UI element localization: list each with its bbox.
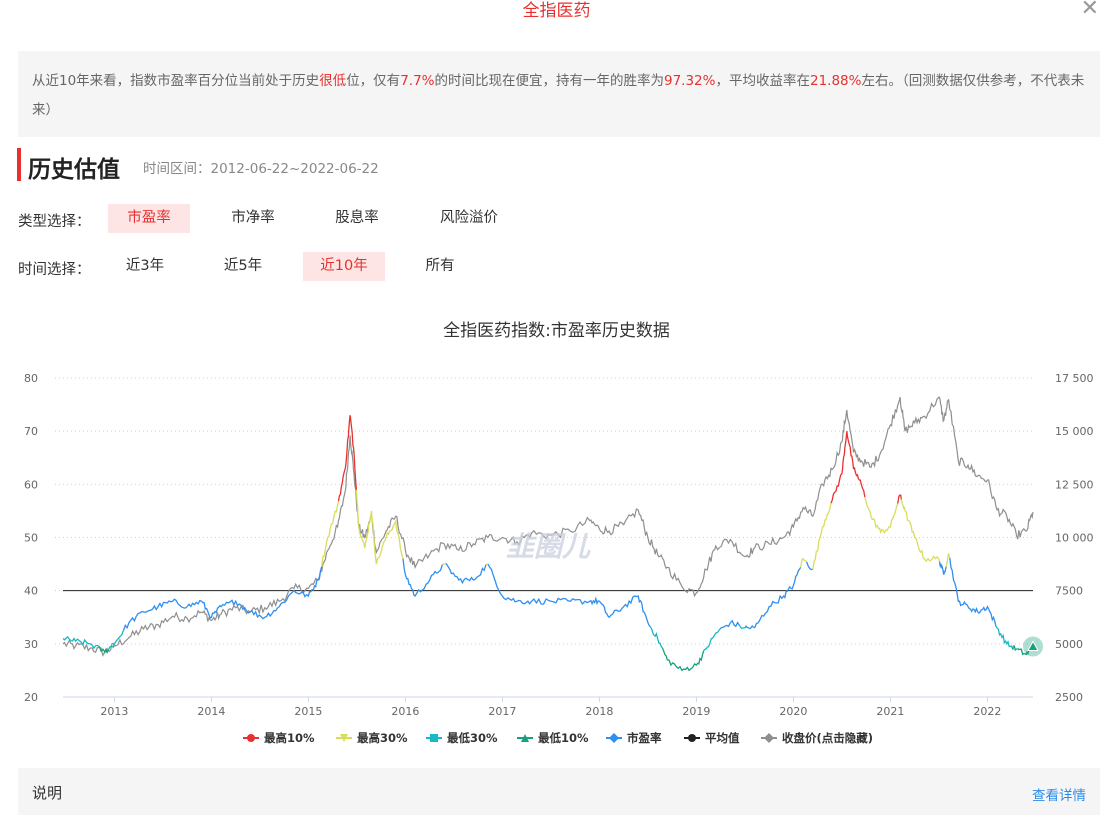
type-select-label: 类型选择： xyxy=(18,214,91,230)
y-left-tick-label: 50 xyxy=(24,532,38,545)
legend-marker xyxy=(764,733,774,743)
pe-line-segment xyxy=(744,625,749,629)
view-details-link[interactable]: 查看详情 xyxy=(1032,784,1086,804)
y-left-tick-label: 30 xyxy=(24,638,38,651)
pe-line-segment xyxy=(864,496,899,535)
y-right-tick-label: 12 500 xyxy=(1055,478,1094,491)
x-tick-label: 2013 xyxy=(100,705,128,718)
pe-line-segment xyxy=(945,553,951,567)
pe-line-segment xyxy=(661,647,705,672)
y-left-tick-label: 60 xyxy=(24,478,38,491)
type-option-dividend[interactable]: 股息率 xyxy=(316,204,398,233)
pe-line-segment xyxy=(122,566,323,631)
summary-text: 从近10年来看，指数市盈率百分位当前处于历史 xyxy=(32,73,320,89)
y-left-tick-label: 70 xyxy=(24,425,38,438)
pe-line-segment xyxy=(900,499,941,563)
y-right-tick-label: 2500 xyxy=(1055,691,1083,704)
pe-line-segment xyxy=(800,557,808,568)
legend-marker xyxy=(430,734,438,742)
footer-label: 说明 xyxy=(32,784,63,802)
summary-highlight-level: 很低 xyxy=(319,73,347,89)
summary-highlight-winrate: 97.32% xyxy=(664,73,716,89)
valuation-summary: 从近10年来看，指数市盈率百分位当前处于历史很低位，仅有7.7%的时间比现在便宜… xyxy=(18,51,1100,137)
type-option-pb[interactable]: 市净率 xyxy=(212,204,294,233)
pe-line-segment xyxy=(445,563,487,585)
pe-line-segment xyxy=(1013,645,1017,651)
section-accent-bar xyxy=(17,148,21,181)
x-tick-label: 2016 xyxy=(391,705,419,718)
x-tick-label: 2021 xyxy=(876,705,904,718)
time-option-5y[interactable]: 近5年 xyxy=(202,252,284,281)
time-option-all[interactable]: 所有 xyxy=(399,252,481,281)
pe-line-segment xyxy=(718,619,741,631)
summary-text: ，平均收益率在 xyxy=(715,73,810,89)
y-right-tick-label: 15 000 xyxy=(1055,425,1094,438)
legend-item-label: 最高30% xyxy=(357,731,408,745)
pe-line-segment xyxy=(487,563,651,628)
type-option-pe[interactable]: 市盈率 xyxy=(108,204,190,233)
pe-line-segment xyxy=(897,494,902,504)
pe-line-segment xyxy=(749,624,754,630)
y-left-tick-label: 80 xyxy=(24,372,38,385)
time-option-3y[interactable]: 近3年 xyxy=(104,252,186,281)
x-tick-label: 2020 xyxy=(779,705,807,718)
legend-marker xyxy=(688,734,696,742)
y-right-tick-label: 5000 xyxy=(1055,638,1083,651)
legend-marker xyxy=(247,734,255,742)
pe-line-segment xyxy=(830,431,866,504)
pe-line-segment xyxy=(355,489,404,565)
pe-line-segment xyxy=(806,561,813,571)
pe-line-segment xyxy=(337,415,358,502)
chart-title: 全指医药指数:市盈率历史数据 xyxy=(443,321,670,341)
x-tick-label: 2015 xyxy=(294,705,322,718)
pe-line-segment xyxy=(949,557,997,627)
pe-line-segment xyxy=(812,502,832,570)
footer-bar: 说明 查看详情 xyxy=(18,768,1100,815)
page-title: 全指医药 xyxy=(522,1,591,21)
pe-line-segment xyxy=(703,648,706,652)
pe-line-segment xyxy=(705,629,720,650)
y-left-tick-label: 20 xyxy=(24,691,38,704)
pe-line-segment xyxy=(753,566,802,629)
pe-line-segment xyxy=(649,626,664,649)
legend-marker xyxy=(609,733,619,743)
y-left-tick-label: 40 xyxy=(24,585,38,598)
time-option-10y[interactable]: 近10年 xyxy=(303,252,385,281)
x-tick-label: 2014 xyxy=(197,705,225,718)
time-range-text: 时间区间：2012-06-22~2022-06-22 xyxy=(143,161,379,177)
section-title: 历史估值 xyxy=(28,157,120,183)
legend-item-label: 市盈率 xyxy=(627,731,662,745)
x-tick-label: 2018 xyxy=(585,705,613,718)
legend-item-label: 最低30% xyxy=(447,731,498,745)
legend-item-label: 最低10% xyxy=(538,731,589,745)
legend-item-label: 最高10% xyxy=(264,731,315,745)
legend-item-label: 收盘价(点击隐藏) xyxy=(782,731,873,745)
pe-line-segment xyxy=(107,630,125,651)
type-option-risk-premium[interactable]: 风险溢价 xyxy=(428,204,510,233)
summary-highlight-percentile: 7.7% xyxy=(400,73,435,89)
y-right-tick-label: 7500 xyxy=(1055,585,1083,598)
summary-text: 位，仅有 xyxy=(346,73,401,89)
y-right-tick-label: 17 500 xyxy=(1055,372,1094,385)
pe-line-segment xyxy=(321,500,340,567)
close-price-line xyxy=(62,396,1034,657)
x-tick-label: 2022 xyxy=(973,705,1001,718)
x-tick-label: 2017 xyxy=(488,705,516,718)
y-right-tick-label: 10 000 xyxy=(1055,532,1094,545)
close-icon[interactable]: ✕ xyxy=(1081,0,1099,21)
time-select-label: 时间选择： xyxy=(18,262,91,278)
pe-history-chart: 20 30 40 50 60 70 80 2500 5000 7500 10 000 12 500 15… xyxy=(24,372,1094,745)
legend-item-label: 平均值 xyxy=(705,731,740,745)
x-tick-label: 2019 xyxy=(682,705,710,718)
pe-line-segment xyxy=(738,625,745,630)
summary-highlight-return: 21.88% xyxy=(809,73,862,89)
pe-line-segment xyxy=(938,561,947,575)
watermark-logo: 韭圈儿 xyxy=(506,530,591,563)
pe-line-segment xyxy=(442,562,447,566)
summary-text: 的时间比现在便宜，持有一年的胜率为 xyxy=(434,73,665,89)
